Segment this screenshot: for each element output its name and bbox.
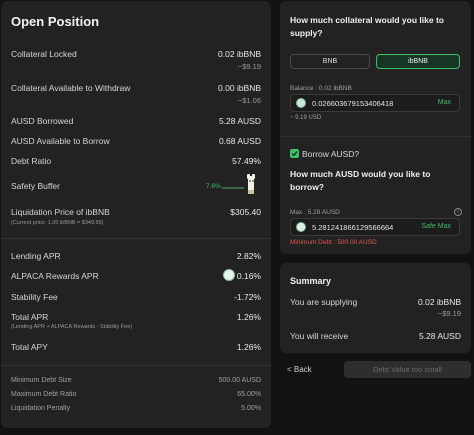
borrow-max-info: Max : 5.28 AUSD [290, 209, 340, 216]
lending-apr-value: 2.82% [236, 251, 261, 261]
debt-ratio-label: Debt Ratio [11, 156, 52, 166]
borrow-question: How much AUSD would you like to borrow? [290, 169, 431, 192]
liquidation-penalty-label: Liquidation Penalty [11, 405, 71, 412]
open-position-panel: Open Position Collateral Locked 0.02 ibB… [1, 1, 271, 428]
safety-buffer-value: 7.6% [206, 183, 221, 190]
total-apr-value: 1.26% [236, 312, 261, 322]
balance-label: Balance : 0.02 ibBNB [290, 85, 352, 92]
collateral-available-label: Collateral Available to Withdraw [11, 83, 131, 93]
supply-borrow-panel: How much collateral would you like to su… [280, 1, 471, 254]
stability-fee-value: -1.72% [234, 292, 261, 302]
borrow-amount-value: 5.281241866129566664 [312, 223, 394, 232]
min-debt-warning: Minimum Debt : 500.00 AUSD [290, 239, 377, 246]
safety-buffer-bar [222, 187, 244, 189]
alpaca-rewards-label: ALPACA Rewards APR [11, 271, 99, 281]
check-icon [291, 151, 298, 157]
divider [280, 136, 471, 137]
lending-apr-label: Lending APR [11, 251, 61, 261]
alpaca-mascot-icon [244, 174, 258, 201]
alpaca-token-icon [223, 269, 235, 281]
liquidation-penalty-value: 5.00% [241, 405, 261, 412]
summary-title: Summary [290, 276, 332, 286]
panel-title: Open Position [11, 14, 100, 29]
ausd-available-value: 0.68 AUSD [218, 136, 261, 146]
ibbnb-token-icon [296, 98, 306, 108]
collateral-amount-input[interactable]: 0.026603679153406418 Max [290, 94, 460, 112]
borrow-amount-input[interactable]: 5.281241866129566664 Safe Max [290, 218, 460, 236]
debt-ratio-value: 57.49% [232, 156, 261, 166]
submit-button[interactable]: Debt Value too small [344, 361, 471, 378]
borrow-checkbox-label: Borrow AUSD? [302, 149, 360, 159]
tab-bnb[interactable]: BNB [290, 54, 370, 69]
collateral-locked-usd: ~$9.19 [237, 62, 261, 71]
summary-panel: Summary You are supplying 0.02 ibBNB ~$9… [280, 263, 471, 353]
divider [1, 238, 271, 239]
supplying-label: You are supplying [290, 297, 358, 307]
alpaca-rewards-value: 0.16% [236, 271, 261, 281]
collateral-locked-label: Collateral Locked [11, 49, 77, 59]
min-debt-size-value: 500.00 AUSD [218, 377, 261, 384]
liquidation-price-value: $305.40 [230, 207, 261, 217]
safe-max-button[interactable]: Safe Max [421, 223, 451, 230]
collateral-available-value: 0.00 ibBNB [218, 83, 261, 93]
collateral-usd: ~ 9.19 USD [290, 115, 322, 121]
divider [1, 365, 271, 366]
collateral-available-usd: ~$1.06 [237, 96, 261, 105]
ausd-borrowed-label: AUSD Borrowed [11, 116, 74, 126]
total-apr-note: (Lending APR + ALPACA Rewards - Stabilit… [11, 324, 133, 330]
receive-label: You will receive [290, 331, 349, 341]
ausd-token-icon [296, 222, 306, 232]
supplying-value: 0.02 ibBNB [418, 297, 461, 307]
total-apy-label: Total APY [11, 342, 48, 352]
total-apy-value: 1.26% [236, 342, 261, 352]
stability-fee-label: Stability Fee [11, 292, 58, 302]
supply-question: How much collateral would you like to su… [290, 15, 444, 38]
collateral-amount-value: 0.026603679153406418 [312, 99, 394, 108]
info-icon[interactable]: i [454, 208, 462, 216]
current-price-note: (Current price: 1.00 ibBNB = $349.56) [11, 220, 104, 226]
min-debt-size-label: Minimum Debt Size [11, 377, 72, 384]
liquidation-price-label: Liquidation Price of ibBNB [11, 207, 110, 217]
total-apr-label: Total APR [11, 312, 49, 322]
max-debt-ratio-label: Maximum Debt Ratio [11, 391, 77, 398]
back-button[interactable]: < Back [287, 365, 312, 374]
collateral-locked-value: 0.02 ibBNB [218, 49, 261, 59]
max-button[interactable]: Max [438, 99, 451, 106]
max-debt-ratio-value: 65.00% [237, 391, 261, 398]
receive-value: 5.28 AUSD [418, 331, 461, 341]
safety-buffer-label: Safety Buffer [11, 181, 60, 191]
tab-ibbnb[interactable]: ibBNB [376, 54, 460, 69]
ausd-available-label: AUSD Available to Borrow [11, 136, 110, 146]
ausd-borrowed-value: 5.28 AUSD [218, 116, 261, 126]
supplying-usd: ~$9.19 [437, 309, 461, 318]
borrow-checkbox[interactable] [290, 149, 299, 158]
